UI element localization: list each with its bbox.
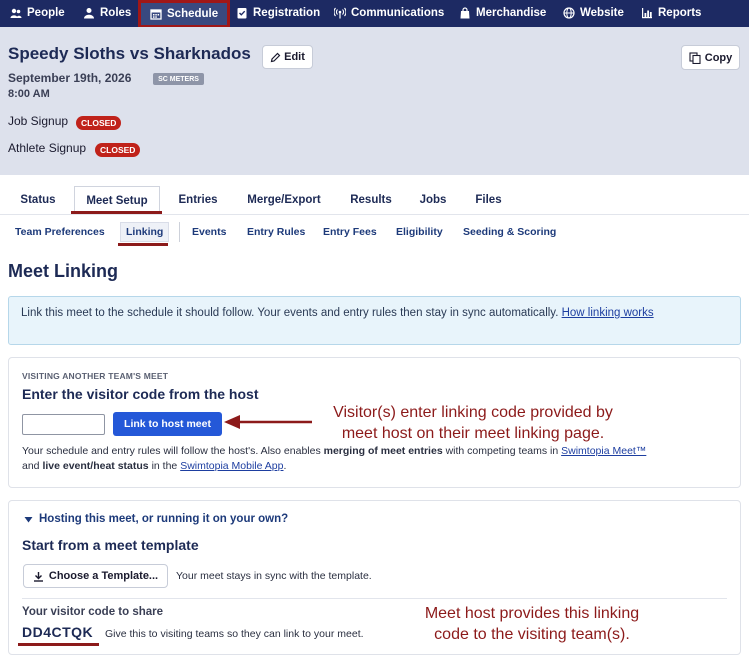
share-code-label: Your visitor code to share [22, 606, 164, 618]
template-note: Your meet stays in sync with the templat… [176, 570, 372, 582]
nav-label: Registration [253, 7, 321, 19]
meet-date: September 19th, 2026 [8, 71, 132, 85]
tab-meet-setup[interactable]: Meet Setup [74, 186, 160, 214]
helper-text: with competing teams in [442, 445, 562, 457]
page-title: Meet Linking [8, 261, 119, 281]
tab-jobs[interactable]: Jobs [413, 186, 453, 214]
info-text: Link this meet to the schedule it should… [21, 307, 559, 319]
hosting-divider [22, 598, 727, 599]
visiting-overline: VISITING ANOTHER TEAM'S MEET [22, 371, 169, 381]
code-highlight-underline [18, 643, 99, 646]
helper-text: in the [148, 460, 181, 472]
nav-item-schedule[interactable]: Schedule [138, 0, 231, 28]
annotation-line: Meet host provides this linking [424, 605, 640, 622]
helper-text: Your schedule and entry rules will follo… [22, 445, 324, 457]
job-signup-status-badge: CLOSED [76, 116, 122, 130]
hosting-toggle[interactable]: Hosting this meet, or running it on your… [24, 513, 288, 525]
nav-label: Merchandise [476, 7, 547, 19]
tab-results[interactable]: Results [342, 186, 400, 214]
meet-time: 8:00 AM [8, 88, 50, 100]
globe-icon [563, 7, 575, 19]
info-alert: Link this meet to the schedule it should… [8, 296, 741, 345]
active-subtab-indicator [118, 243, 168, 246]
nav-item-roles[interactable]: Roles [83, 0, 131, 26]
visitor-code-input[interactable] [22, 414, 105, 435]
subtab-entry-fees[interactable]: Entry Fees [323, 222, 377, 242]
choose-template-button[interactable]: Choose a Template... [23, 564, 168, 588]
code-note: Give this to visiting teams so they can … [105, 628, 364, 640]
subtab-linking[interactable]: Linking [120, 222, 170, 242]
meet-title: Speedy Sloths vs Sharknados [8, 44, 251, 63]
broadcast-icon [334, 7, 346, 19]
bag-icon [460, 7, 470, 19]
nav-label: Reports [658, 7, 702, 19]
helper-bold: live event/heat status [42, 460, 149, 472]
roles-icon [84, 8, 94, 19]
subtab-seeding-scoring[interactable]: Seeding & Scoring [463, 222, 556, 242]
nav-label: Roles [100, 7, 132, 19]
pencil-icon [270, 52, 281, 62]
edit-button[interactable]: Edit [262, 45, 313, 69]
subtab-events[interactable]: Events [192, 222, 226, 242]
subtab-entry-rules[interactable]: Entry Rules [247, 222, 305, 242]
nav-label: People [27, 7, 65, 19]
nav-item-reports[interactable]: Reports [641, 0, 701, 26]
how-linking-works-link[interactable]: How linking works [562, 307, 654, 319]
hosting-heading: Start from a meet template [22, 537, 199, 553]
nav-item-communications[interactable]: Communications [334, 0, 444, 26]
copy-button[interactable]: Copy [681, 45, 740, 70]
download-icon [33, 571, 43, 582]
athlete-signup-status-badge: CLOSED [95, 143, 141, 157]
visiting-helper-text: Your schedule and entry rules will follo… [22, 444, 732, 474]
athlete-signup-label[interactable]: Athlete Signup [8, 141, 86, 155]
hosting-toggle-label: Hosting this meet, or running it on your… [39, 513, 289, 525]
tabs-divider [0, 214, 749, 215]
tab-entries[interactable]: Entries [170, 186, 226, 214]
registration-icon [237, 8, 247, 19]
annotation-line: code to the visiting team(s). [434, 626, 630, 643]
visitor-code-value[interactable]: DD4CTQK [22, 624, 93, 640]
top-nav: People Roles Schedule Registration Commu… [0, 0, 749, 28]
nav-label: Schedule [167, 8, 219, 20]
tab-merge-export[interactable]: Merge/Export [237, 186, 331, 214]
edit-label: Edit [284, 51, 305, 63]
course-badge: SC METERS [153, 73, 204, 85]
annotation-arrow-left [224, 415, 312, 429]
copy-icon [689, 51, 701, 64]
subtab-eligibility[interactable]: Eligibility [396, 222, 443, 242]
bar-chart-icon [642, 8, 652, 19]
calendar-icon [150, 9, 162, 20]
visiting-heading: Enter the visitor code from the host [22, 386, 259, 402]
subtab-team-preferences[interactable]: Team Preferences [15, 222, 105, 242]
swimtopia-mobile-app-link[interactable]: Swimtopia Mobile App [180, 460, 283, 472]
copy-label: Copy [704, 51, 733, 64]
people-icon [10, 8, 22, 18]
swimtopia-meet-link[interactable]: Swimtopia Meet™ [561, 445, 646, 457]
nav-label: Website [580, 7, 624, 19]
link-to-host-button[interactable]: Link to host meet [113, 412, 222, 436]
host-annotation: Meet host provides this linking code to … [398, 603, 666, 645]
helper-text: . [283, 460, 287, 472]
nav-item-people[interactable]: People [10, 0, 65, 26]
tab-files[interactable]: Files [466, 186, 511, 214]
job-signup-label[interactable]: Job Signup [8, 114, 68, 128]
nav-item-website[interactable]: Website [563, 0, 624, 26]
choose-template-label: Choose a Template... [48, 570, 159, 582]
visitor-annotation: Visitor(s) enter linking code provided b… [305, 402, 641, 444]
caret-down-icon [24, 516, 33, 522]
helper-text: and [22, 460, 43, 472]
nav-label: Communications [351, 7, 445, 19]
nav-item-merchandise[interactable]: Merchandise [459, 0, 546, 26]
subtab-divider [179, 222, 180, 242]
annotation-line: meet host on their meet linking page. [341, 425, 605, 442]
nav-item-registration[interactable]: Registration [236, 0, 320, 26]
helper-bold: merging of meet entries [323, 445, 443, 457]
tab-status[interactable]: Status [12, 186, 64, 214]
annotation-line: Visitor(s) enter linking code provided b… [333, 404, 613, 421]
